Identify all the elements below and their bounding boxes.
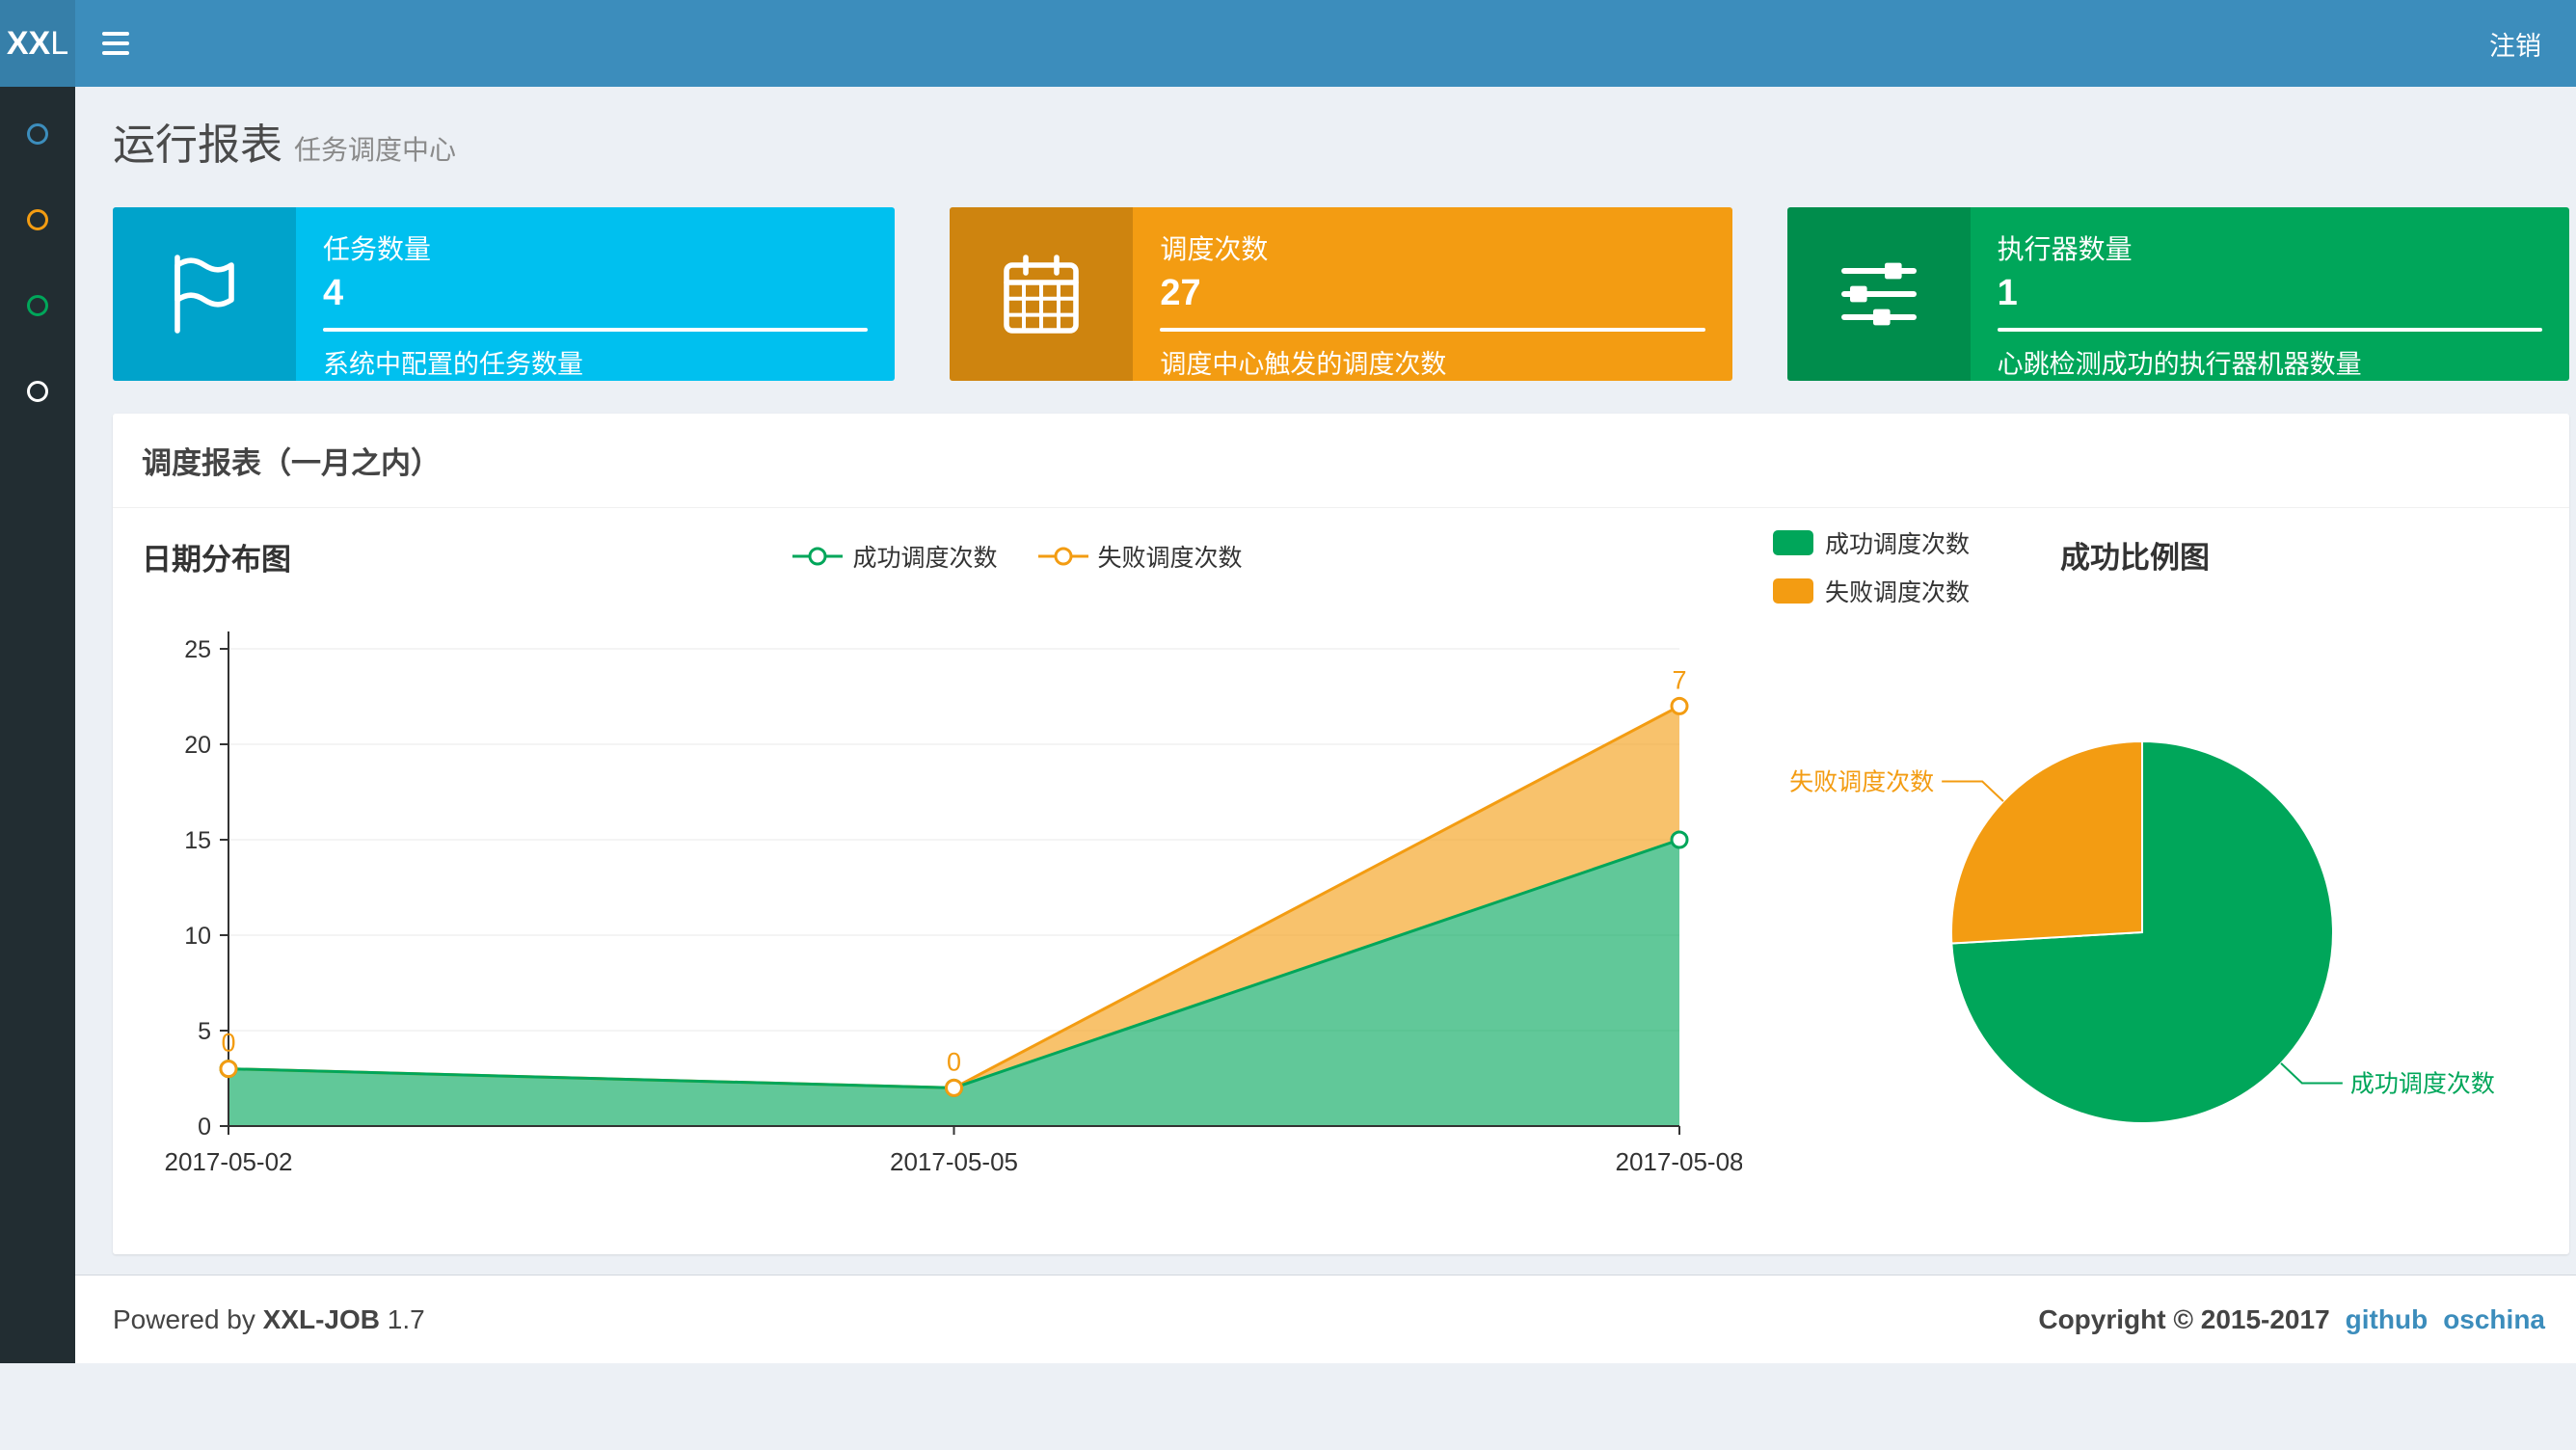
- pie-chart-title: 成功比例图: [2060, 533, 2210, 577]
- legend-item-success[interactable]: 成功调度次数: [791, 539, 997, 574]
- legend-item-fail[interactable]: 失败调度次数: [1036, 539, 1243, 574]
- legend-swatch: [1773, 578, 1813, 604]
- legend-label: 失败调度次数: [1825, 574, 1970, 608]
- stat-boxes-row: 任务数量 4 系统中配置的任务数量: [113, 207, 2569, 381]
- info-box-value: 1: [1998, 273, 2542, 314]
- svg-text:7: 7: [1672, 665, 1686, 694]
- svg-text:0: 0: [198, 1114, 211, 1141]
- page-title-text: 运行报表: [113, 121, 282, 169]
- legend-marker-icon: [1036, 545, 1090, 568]
- sidebar-toggle-button[interactable]: [75, 0, 156, 87]
- oschina-link[interactable]: oschina: [2443, 1304, 2545, 1335]
- brand-name: XXL-JOB: [263, 1304, 380, 1334]
- date-distribution-chart: 日期分布图 成功调度次数失败调度次数 05101520250072017-05-…: [142, 522, 1742, 1231]
- svg-text:2017-05-08: 2017-05-08: [1616, 1147, 1743, 1176]
- sidebar-item-1-icon[interactable]: [27, 123, 48, 145]
- app-logo[interactable]: XXL: [0, 0, 75, 87]
- info-box-progress-bar: [323, 328, 868, 332]
- legend-label: 失败调度次数: [1098, 539, 1243, 574]
- pie-chart-canvas: 成功调度次数 失败调度次数: [1771, 614, 2533, 1231]
- footer-right: Copyright © 2015-2017 github oschina: [2038, 1304, 2545, 1335]
- line-chart-title: 日期分布图: [142, 535, 291, 578]
- info-box-jobs-content: 任务数量 4 系统中配置的任务数量: [296, 207, 895, 381]
- sidebar-item-3-icon[interactable]: [27, 295, 48, 316]
- powered-prefix: Powered by: [113, 1304, 255, 1334]
- powered-by-text: Powered by XXL-JOB 1.7: [113, 1304, 425, 1335]
- info-box-value: 4: [323, 273, 868, 314]
- line-chart-legend: 成功调度次数 失败调度次数: [291, 539, 1742, 574]
- line-chart-canvas: 05101520250072017-05-022017-05-052017-05…: [142, 591, 1742, 1198]
- info-box-jobs-icon-area: [113, 207, 296, 381]
- line-chart-header: 日期分布图 成功调度次数 失败调度次数: [142, 522, 1742, 591]
- info-box-jobs: 任务数量 4 系统中配置的任务数量: [113, 207, 895, 381]
- top-navbar: XXL 注销: [0, 0, 2576, 87]
- info-box-label: 任务数量: [323, 228, 868, 267]
- legend-marker-icon: [791, 545, 845, 568]
- panel-title: 调度报表（一月之内）: [113, 414, 2569, 508]
- info-box-progress-bar: [1998, 328, 2542, 332]
- footer: Powered by XXL-JOB 1.7 Copyright © 2015-…: [75, 1275, 2576, 1363]
- svg-text:5: 5: [198, 1018, 211, 1045]
- sliders-icon: [1833, 248, 1925, 340]
- legend-label: 成功调度次数: [1825, 525, 1970, 560]
- legend-label: 成功调度次数: [852, 539, 997, 574]
- info-box-label: 调度次数: [1160, 228, 1704, 267]
- panel-body: 日期分布图 成功调度次数失败调度次数 05101520250072017-05-…: [113, 508, 2569, 1254]
- svg-text:成功调度次数: 成功调度次数: [2350, 1070, 2495, 1097]
- calendar-icon: [995, 248, 1087, 340]
- content-area: 运行报表任务调度中心 任务数量 4 系统中配置的任务数量: [75, 87, 2576, 1363]
- success-ratio-pie-chart: 成功调度次数失败调度次数 成功比例图 成功调度次数失败调度次数: [1742, 522, 2540, 1231]
- pie-chart-legend: 成功调度次数失败调度次数: [1773, 525, 1970, 608]
- info-box-value: 27: [1160, 273, 1704, 314]
- svg-text:20: 20: [184, 732, 211, 759]
- version-text: 1.7: [388, 1304, 425, 1334]
- svg-text:10: 10: [184, 923, 211, 950]
- svg-text:2017-05-05: 2017-05-05: [890, 1147, 1018, 1176]
- logout-link[interactable]: 注销: [2455, 0, 2576, 87]
- flag-icon: [158, 248, 251, 340]
- legend-swatch: [1773, 530, 1813, 555]
- sidebar-menu: [27, 123, 48, 467]
- info-box-description: 调度中心触发的调度次数: [1160, 343, 1704, 381]
- sidebar-item-2-icon[interactable]: [27, 209, 48, 230]
- info-box-triggers-content: 调度次数 27 调度中心触发的调度次数: [1133, 207, 1731, 381]
- info-box-executors: 执行器数量 1 心跳检测成功的执行器机器数量: [1787, 207, 2569, 381]
- page-subtitle: 任务调度中心: [294, 135, 456, 165]
- info-box-progress-bar: [1160, 328, 1704, 332]
- svg-text:0: 0: [221, 1029, 235, 1058]
- info-box-description: 心跳检测成功的执行器机器数量: [1998, 343, 2542, 381]
- info-box-triggers: 调度次数 27 调度中心触发的调度次数: [950, 207, 1731, 381]
- github-link[interactable]: github: [2346, 1304, 2428, 1335]
- copyright-text: Copyright © 2015-2017: [2038, 1304, 2329, 1335]
- legend-item-fail[interactable]: 失败调度次数: [1773, 574, 1970, 608]
- info-box-triggers-icon-area: [950, 207, 1133, 381]
- svg-text:2017-05-02: 2017-05-02: [165, 1147, 293, 1176]
- info-box-executors-icon-area: [1787, 207, 1971, 381]
- app-logo-light: L: [50, 25, 68, 63]
- report-panel: 调度报表（一月之内） 日期分布图 成功调度次数失败调度次数 0510152025…: [113, 414, 2569, 1254]
- page-header: 运行报表任务调度中心: [75, 87, 2576, 175]
- svg-text:失败调度次数: 失败调度次数: [1789, 769, 1934, 796]
- hamburger-icon: [102, 32, 129, 55]
- svg-text:25: 25: [184, 636, 211, 663]
- svg-text:0: 0: [947, 1047, 961, 1076]
- info-box-label: 执行器数量: [1998, 228, 2542, 267]
- svg-text:15: 15: [184, 827, 211, 854]
- app-logo-bold: XX: [7, 25, 50, 63]
- page-title: 运行报表任务调度中心: [113, 121, 2569, 175]
- info-box-description: 系统中配置的任务数量: [323, 343, 868, 381]
- info-box-executors-content: 执行器数量 1 心跳检测成功的执行器机器数量: [1971, 207, 2569, 381]
- sidebar-item-4-icon[interactable]: [27, 381, 48, 402]
- legend-item-success[interactable]: 成功调度次数: [1773, 525, 1970, 560]
- sidebar: [0, 87, 75, 1363]
